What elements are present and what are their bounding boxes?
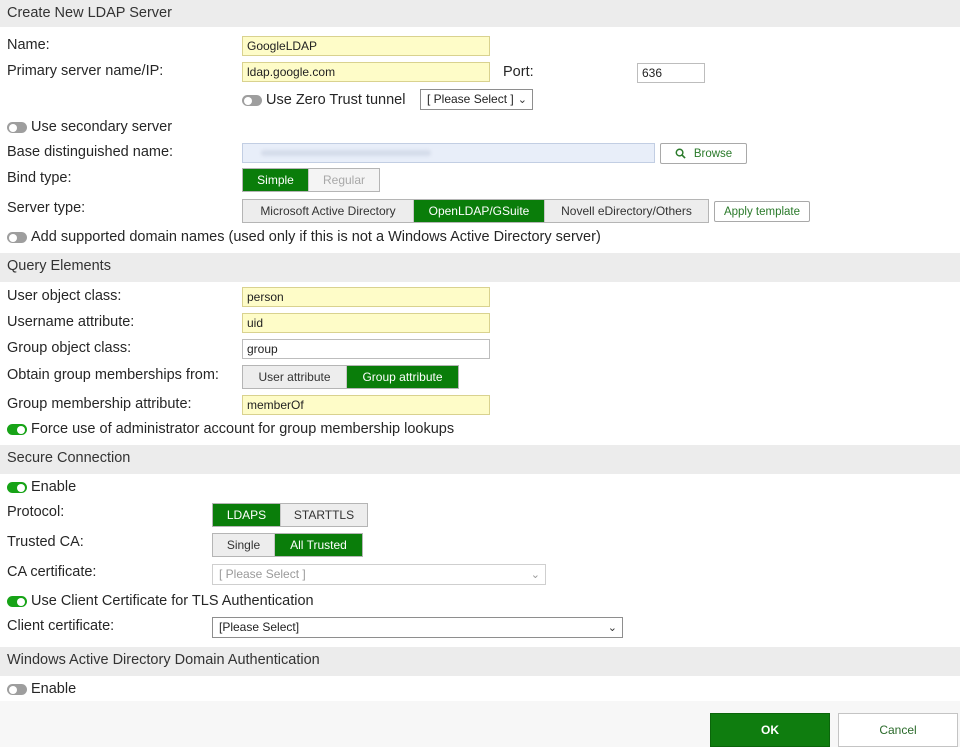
name-input[interactable]: GoogleLDAP [242,36,490,56]
bind-type-segmented: Simple Regular [242,168,380,192]
browse-label: Browse [693,147,733,160]
force-admin-label: Force use of administrator account for g… [31,421,455,437]
membership-attr-label: Group membership attribute: [7,396,192,412]
trusted-ca-single[interactable]: Single [213,534,275,556]
protocol-segmented: LDAPS STARTTLS [212,503,368,527]
bind-type-regular[interactable]: Regular [309,169,379,191]
secure-enable-toggle[interactable] [7,482,27,493]
server-type-openldap[interactable]: OpenLDAP/GSuite [414,200,545,222]
trusted-ca-label: Trusted CA: [7,534,84,550]
server-type-novell[interactable]: Novell eDirectory/Others [545,200,708,222]
client-cert-label: Client certificate: [7,618,115,634]
username-attr-input[interactable]: uid [242,313,490,333]
trusted-ca-segmented: Single All Trusted [212,533,363,557]
obtain-user-attribute[interactable]: User attribute [243,366,347,388]
user-class-label: User object class: [7,288,122,304]
user-class-input[interactable]: person [242,287,490,307]
server-type-segmented: Microsoft Active Directory OpenLDAP/GSui… [242,199,709,223]
domain-names-toggle[interactable] [7,232,27,243]
username-attr-label: Username attribute: [7,314,135,330]
client-cert-select-value: [Please Select] [219,620,300,634]
zero-trust-select-value: [ Please Select ] [427,92,514,106]
zero-trust-label: Use Zero Trust tunnel [266,92,406,108]
windows-ad-enable-label: Enable [31,681,77,697]
secure-enable-label: Enable [31,479,77,495]
apply-template-button[interactable]: Apply template [714,201,810,222]
browse-button[interactable]: Browse [660,143,747,164]
port-label: Port: [503,64,534,80]
obtain-memberships-segmented: User attribute Group attribute [242,365,459,389]
zero-trust-toggle[interactable] [242,95,262,106]
ca-cert-label: CA certificate: [7,564,97,580]
ca-cert-select[interactable]: [ Please Select ] ⌄ [212,564,546,585]
secure-connection-title: Secure Connection [7,450,131,466]
base-dn-label: Base distinguished name: [7,144,174,160]
search-icon [675,148,686,159]
chevron-down-icon: ⌄ [530,569,540,581]
redacted-text [261,150,431,156]
secondary-server-toggle[interactable] [7,122,27,133]
client-cert-toggle[interactable] [7,596,27,607]
ok-button[interactable]: OK [710,713,830,747]
cancel-button[interactable]: Cancel [838,713,958,747]
force-admin-toggle[interactable] [7,424,27,435]
obtain-memberships-label: Obtain group memberships from: [7,367,219,383]
chevron-down-icon: ⌄ [517,94,527,106]
protocol-starttls[interactable]: STARTTLS [281,504,367,526]
secondary-server-label: Use secondary server [31,119,173,135]
ca-cert-select-value: [ Please Select ] [219,567,306,581]
base-dn-input[interactable] [242,143,655,163]
domain-names-label: Add supported domain names (used only if… [31,229,601,245]
client-cert-select[interactable]: [Please Select] ⌄ [212,617,623,638]
protocol-label: Protocol: [7,504,65,520]
zero-trust-select[interactable]: [ Please Select ] ⌄ [420,89,533,110]
membership-attr-input[interactable]: memberOf [242,395,490,415]
server-label: Primary server name/IP: [7,63,164,79]
windows-ad-header: Windows Active Directory Domain Authenti… [0,647,960,676]
dialog-title-bar: Create New LDAP Server [0,0,960,27]
server-type-label: Server type: [7,200,86,216]
query-elements-title: Query Elements [7,258,111,274]
client-cert-toggle-label: Use Client Certificate for TLS Authentic… [31,593,314,609]
dialog-title: Create New LDAP Server [7,5,172,21]
server-input[interactable]: ldap.google.com [242,62,490,82]
bind-type-simple[interactable]: Simple [243,169,309,191]
trusted-ca-all-trusted[interactable]: All Trusted [275,534,362,556]
server-type-microsoft-ad[interactable]: Microsoft Active Directory [243,200,414,222]
obtain-group-attribute[interactable]: Group attribute [347,366,458,388]
query-elements-header: Query Elements [0,253,960,282]
port-input[interactable]: 636 [637,63,705,83]
bind-type-label: Bind type: [7,170,72,186]
windows-ad-title: Windows Active Directory Domain Authenti… [7,652,320,668]
group-class-label: Group object class: [7,340,132,356]
group-class-input[interactable]: group [242,339,490,359]
protocol-ldaps[interactable]: LDAPS [213,504,281,526]
windows-ad-enable-toggle[interactable] [7,684,27,695]
chevron-down-icon: ⌄ [607,622,617,634]
secure-connection-header: Secure Connection [0,445,960,474]
name-label: Name: [7,37,50,53]
